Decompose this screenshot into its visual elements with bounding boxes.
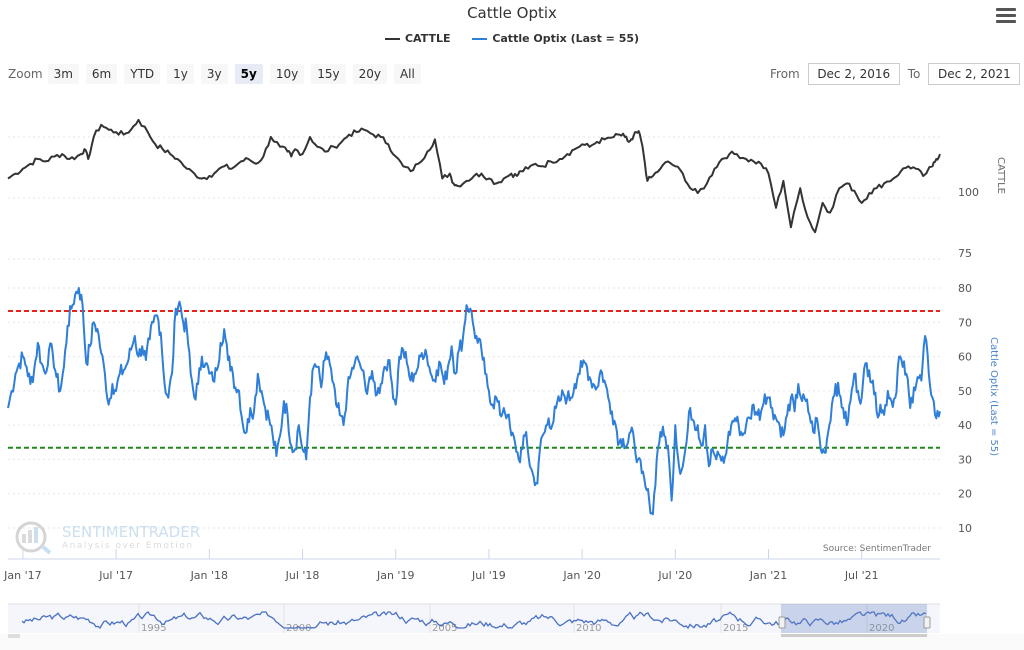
x-tick-label: Jul '21 [844, 569, 879, 582]
cattle-y-tick-label: 100 [958, 186, 979, 199]
navigator-year-label: 2010 [576, 623, 601, 634]
optix-y-tick-label: 20 [958, 488, 972, 501]
cattle-y-axis: 100 75 [958, 186, 979, 260]
x-tick-label: Jan '18 [190, 569, 228, 582]
navigator-year-label: 2015 [723, 623, 748, 634]
x-tick-label: Jan '19 [376, 569, 414, 582]
scrollbar-left-button[interactable] [8, 634, 20, 638]
x-tick-label: Jan '20 [562, 569, 600, 582]
watermark-magnifier-handle [40, 544, 52, 555]
optix-y-axis: 80 70 60 50 40 30 20 10 [958, 282, 972, 535]
optix-y-tick-label: 40 [958, 419, 972, 432]
navigator-right-handle[interactable] [923, 616, 931, 629]
optix-y-tick-label: 60 [958, 351, 972, 364]
optix-y-tick-label: 50 [958, 385, 972, 398]
x-tick-label: Jul '19 [471, 569, 506, 582]
optix-y-tick-label: 70 [958, 316, 972, 329]
cattle-gridlines [8, 136, 940, 260]
optix-y-tick-label: 30 [958, 453, 972, 466]
navigator: 199520002005201020152020 [0, 603, 1024, 650]
x-axis: Jan '17 Jul '17 Jan '18 Jul '18 Jan '19 Jul '… [3, 549, 879, 582]
watermark-tagline: Analysis over Emotion [62, 541, 194, 551]
x-tick-label: Jan '21 [749, 569, 787, 582]
cattle-axis-title: CATTLE [995, 157, 1006, 194]
x-tick-label: Jul '20 [657, 569, 692, 582]
x-tick-label: Jul '18 [285, 569, 320, 582]
watermark-bar [28, 530, 32, 543]
navigator-scrollbar-thumb[interactable] [781, 634, 927, 637]
watermark-bar [22, 534, 26, 543]
x-tick-label: Jul '17 [98, 569, 133, 582]
watermark-brand: SENTIMENTRADER [62, 523, 200, 541]
optix-y-tick-label: 80 [958, 282, 972, 295]
navigator-selection-mask[interactable] [781, 604, 927, 633]
x-tick-label: Jan '17 [3, 569, 41, 582]
source-credit: Source: SentimenTrader [823, 544, 931, 554]
optix-y-tick-label: 10 [958, 522, 972, 535]
cattle-y-tick-label: 75 [958, 247, 972, 260]
navigator-left-handle[interactable] [778, 616, 786, 629]
optix-axis-title: Cattle Optix (Last = 55) [988, 337, 999, 456]
watermark-bar [34, 527, 38, 543]
chart-canvas: SENTIMENTRADER Analysis over Emotion Jan… [0, 118, 1024, 650]
